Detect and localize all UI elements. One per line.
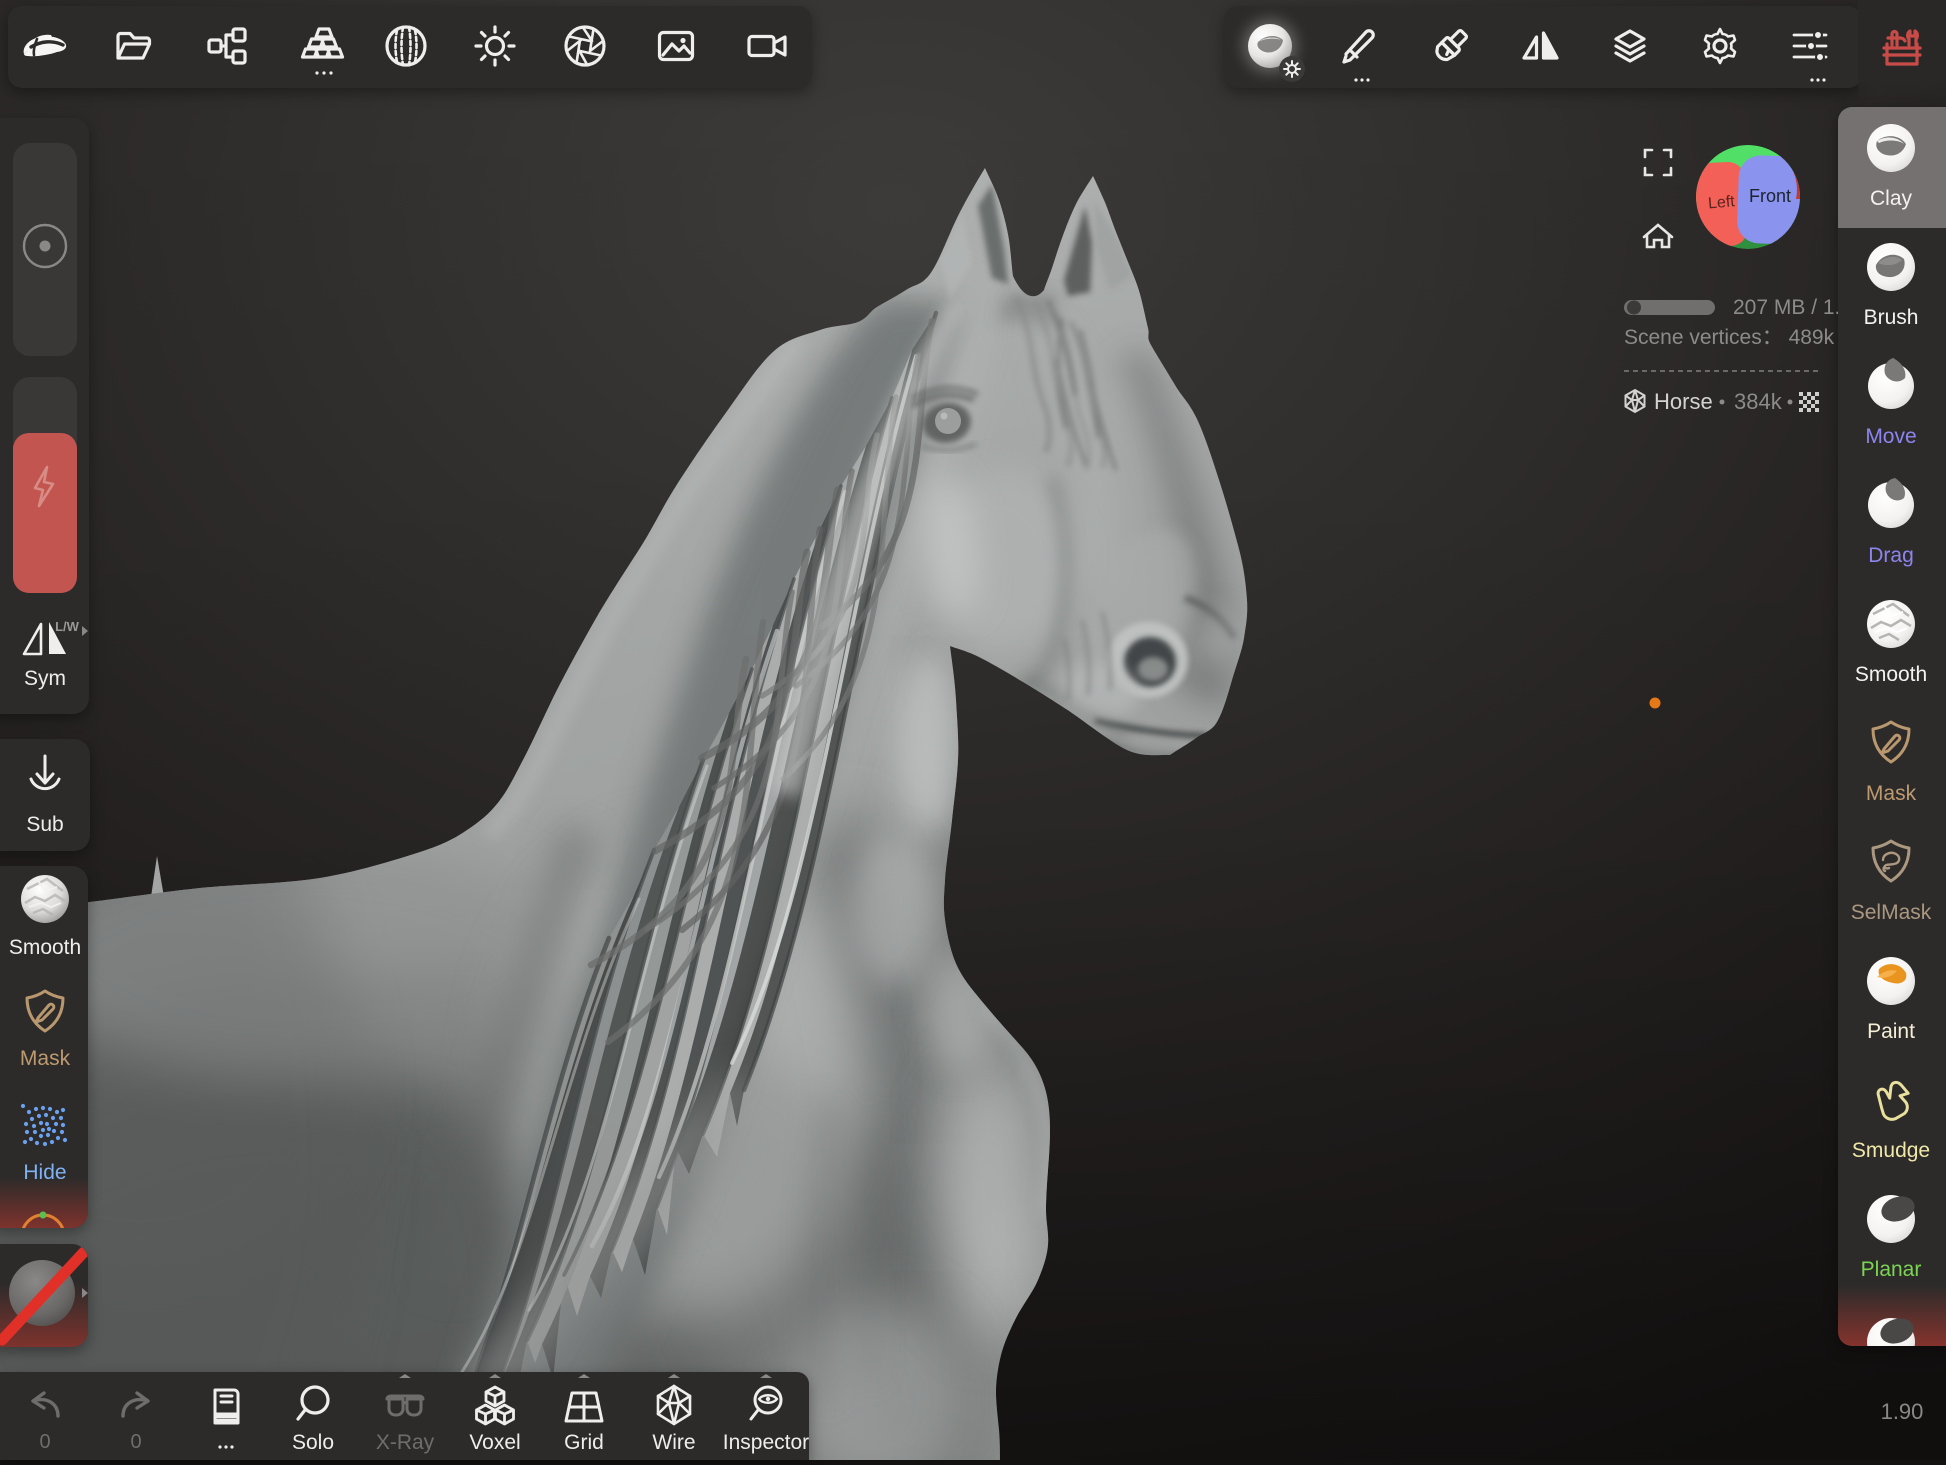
svg-text:Clay: Clay xyxy=(1870,187,1913,210)
svg-text:Smooth: Smooth xyxy=(1855,663,1927,686)
svg-text:Scene vertices： 489k: Scene vertices： 489k xyxy=(1624,326,1835,349)
svg-text:L/W: L/W xyxy=(55,619,80,634)
svg-text:Smudge: Smudge xyxy=(1852,1139,1930,1162)
svg-text:Horse: Horse xyxy=(1654,389,1713,414)
svg-text:Sym: Sym xyxy=(24,667,66,690)
svg-text:Wire: Wire xyxy=(652,1431,695,1454)
svg-text:Solo: Solo xyxy=(292,1431,334,1454)
svg-text:207 MB / 1.5: 207 MB / 1.5 xyxy=(1733,296,1838,319)
svg-text:0: 0 xyxy=(39,1431,50,1453)
svg-text:Sub: Sub xyxy=(26,813,63,836)
svg-text:Grid: Grid xyxy=(564,1431,604,1454)
svg-text:Front: Front xyxy=(1749,186,1791,206)
svg-text:Mask: Mask xyxy=(1866,782,1917,805)
svg-text:Mask: Mask xyxy=(20,1047,71,1070)
svg-text:X-Ray: X-Ray xyxy=(376,1431,435,1454)
svg-text:Brush: Brush xyxy=(1864,306,1919,329)
svg-text:Planar: Planar xyxy=(1861,1258,1922,1281)
svg-text:Smooth: Smooth xyxy=(9,936,81,959)
svg-text:Move: Move xyxy=(1865,425,1916,448)
svg-text:0: 0 xyxy=(130,1431,141,1453)
svg-text:Paint: Paint xyxy=(1867,1020,1915,1043)
svg-text:Voxel: Voxel xyxy=(469,1431,520,1454)
svg-text:Left: Left xyxy=(1707,193,1736,212)
svg-text:Inspector: Inspector xyxy=(723,1431,809,1454)
svg-text:SelMask: SelMask xyxy=(1851,901,1932,924)
svg-text:Drag: Drag xyxy=(1868,544,1914,567)
svg-text:384k: 384k xyxy=(1734,389,1783,414)
